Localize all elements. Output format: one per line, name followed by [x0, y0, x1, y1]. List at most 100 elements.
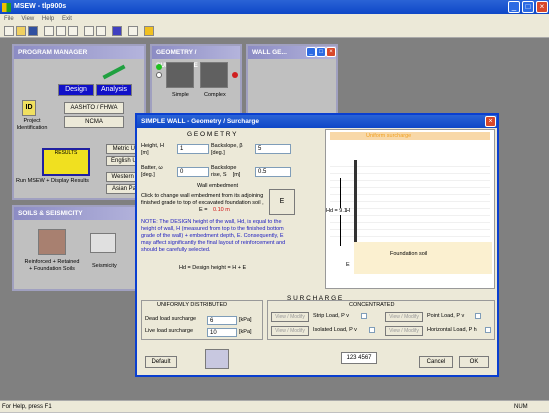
isolated-load-label: Isolated Load, P v	[313, 327, 357, 333]
horizontal-load-checkbox[interactable]	[485, 327, 491, 333]
dialog-close-button[interactable]: ×	[485, 116, 496, 127]
context-help-icon[interactable]	[96, 26, 106, 36]
simple-label: Simple	[172, 92, 189, 98]
point-load-view-button[interactable]: View / Modify	[385, 312, 423, 322]
e-label: E	[346, 262, 350, 268]
soils-panel: SOILS & SEISMICITY Reinforced + Retained…	[12, 205, 146, 291]
preview-icon[interactable]	[56, 26, 66, 36]
hd-formula: Hd = Design height = H + E	[179, 265, 247, 271]
backslope-rise-input[interactable]: 0.5	[255, 167, 291, 177]
strip-load-label: Strip Load, P v	[313, 313, 349, 319]
dwf-icon[interactable]	[144, 26, 154, 36]
horizontal-load-label: Horizontal Load, P h	[427, 327, 477, 333]
analysis-button[interactable]: Analysis	[96, 84, 132, 96]
menu-bar: File View Help Exit	[0, 14, 549, 24]
design-height-note: NOTE: The DESIGN height of the wall, Hd,…	[141, 219, 286, 253]
height-label: Height, H [m]	[141, 143, 164, 156]
point-load-label: Point Load, P v	[427, 313, 465, 319]
open-folder-icon[interactable]	[16, 26, 26, 36]
grid-icon[interactable]	[112, 26, 122, 36]
foundation-soil-label: Foundation soil	[390, 251, 428, 257]
isolated-load-checkbox[interactable]	[369, 327, 375, 333]
strip-load-checkbox[interactable]	[361, 313, 367, 319]
id-label: ID	[25, 104, 33, 111]
reinforced-soils-button[interactable]	[38, 229, 66, 255]
horizontal-load-view-button[interactable]: View / Modify	[385, 326, 423, 336]
status-bar: For Help, press F1 NUM	[0, 400, 549, 412]
dialog-title: SIMPLE WALL - Geometry / Surcharge	[137, 115, 497, 128]
backslope-rise-label: Backslope rise, S [m]	[211, 165, 241, 178]
status-help-text: For Help, press F1	[2, 404, 52, 410]
menu-view[interactable]: View	[21, 16, 34, 22]
minimize-button[interactable]: _	[508, 1, 520, 13]
point-load-checkbox[interactable]	[475, 313, 481, 319]
backslope-label: Backslope, β [deg.]	[211, 143, 243, 156]
dead-load-unit: [kPa]	[239, 317, 252, 323]
menu-file[interactable]: File	[4, 16, 14, 22]
wall-diagram: Uniform surcharge Hd = 9.1 H E Foundatio…	[325, 129, 495, 289]
foundation-soil-area	[354, 242, 492, 274]
default-button[interactable]: Default	[145, 356, 177, 368]
new-file-icon[interactable]	[4, 26, 14, 36]
simple-wall-dialog: SIMPLE WALL - Geometry / Surcharge × G E…	[135, 113, 499, 377]
close-button[interactable]: ×	[536, 1, 548, 13]
analysis-pencil-icon	[102, 64, 126, 80]
soils-title: SOILS & SEISMICITY	[14, 207, 144, 220]
print-icon[interactable]	[44, 26, 54, 36]
strip-load-view-button[interactable]: View / Modify	[271, 312, 309, 322]
live-load-unit: [kPa]	[239, 329, 252, 335]
menu-help[interactable]: Help	[42, 16, 54, 22]
live-load-input[interactable]: 10	[207, 328, 237, 337]
wall-panel-minimize[interactable]: _	[306, 47, 316, 57]
aashto-button[interactable]: AASHTO / FHWA	[64, 102, 124, 114]
embedment-text: Click to change wall embedment from its …	[141, 193, 264, 206]
app-title-bar: MSEW - tlp900s	[0, 0, 549, 14]
project-id-label: Project Identification	[16, 118, 48, 131]
help-icon[interactable]	[84, 26, 94, 36]
ok-button[interactable]: OK	[459, 356, 489, 368]
program-manager-title: PROGRAM MANAGER	[14, 46, 144, 59]
embedment-heading: Wall embedment	[197, 183, 239, 189]
cancel-button[interactable]: Cancel	[419, 356, 453, 368]
app-title: MSEW - tlp900s	[14, 3, 67, 10]
seismicity-button[interactable]	[90, 233, 116, 253]
calculator-icon[interactable]	[205, 349, 229, 369]
run-msew-label: Run MSEW + Display Results	[16, 178, 89, 184]
project-id-button[interactable]: ID	[22, 100, 36, 116]
uniform-heading: UNIFORMLY DISTRIBUTED	[157, 302, 228, 308]
gray-indicator-icon	[156, 72, 162, 78]
batter-label: Batter, ω [deg.]	[141, 165, 163, 178]
save-icon[interactable]	[28, 26, 38, 36]
isolated-load-view-button[interactable]: View / Modify	[271, 326, 309, 336]
geometry-heading: G E O M E T R Y	[187, 131, 237, 138]
wall-panel-maximize[interactable]: □	[316, 47, 326, 57]
wall-face	[354, 160, 357, 246]
h-label: H	[346, 208, 350, 214]
live-load-label: Live load surcharge	[145, 328, 194, 334]
geometry-surcharge-title: GEOMETRY / SURCHARGE	[152, 46, 240, 69]
uniform-surcharge-label: Uniform surcharge	[366, 133, 412, 139]
height-input[interactable]: 1	[177, 144, 209, 154]
dead-load-input[interactable]: 6	[207, 316, 237, 325]
batter-input[interactable]: 0	[177, 167, 209, 177]
wall-geometry-panel: WALL GE... _ □ ×	[246, 44, 338, 124]
seismicity-label: Seismicity	[92, 263, 117, 269]
embedment-value: 0.10 m	[213, 207, 230, 213]
results-label: RESULTS	[54, 150, 78, 156]
menu-exit[interactable]: Exit	[62, 16, 72, 22]
simple-wall-button[interactable]	[166, 62, 194, 88]
embedment-e-label: E =	[199, 207, 208, 213]
complex-label: Complex	[204, 92, 226, 98]
wall-panel-close[interactable]: ×	[326, 47, 336, 57]
ncma-button[interactable]: NCMA	[64, 116, 124, 128]
backslope-input[interactable]: 5	[255, 144, 291, 154]
green-indicator-icon	[156, 64, 162, 70]
tool-icon[interactable]	[68, 26, 78, 36]
results-button[interactable]: RESULTS	[42, 148, 90, 176]
design-button[interactable]: Design	[58, 84, 94, 96]
app-icon	[2, 3, 11, 12]
embedment-e-button[interactable]: E	[269, 189, 295, 215]
maximize-button[interactable]: □	[522, 1, 534, 13]
window-icon[interactable]	[128, 26, 138, 36]
complex-wall-button[interactable]	[200, 62, 228, 88]
